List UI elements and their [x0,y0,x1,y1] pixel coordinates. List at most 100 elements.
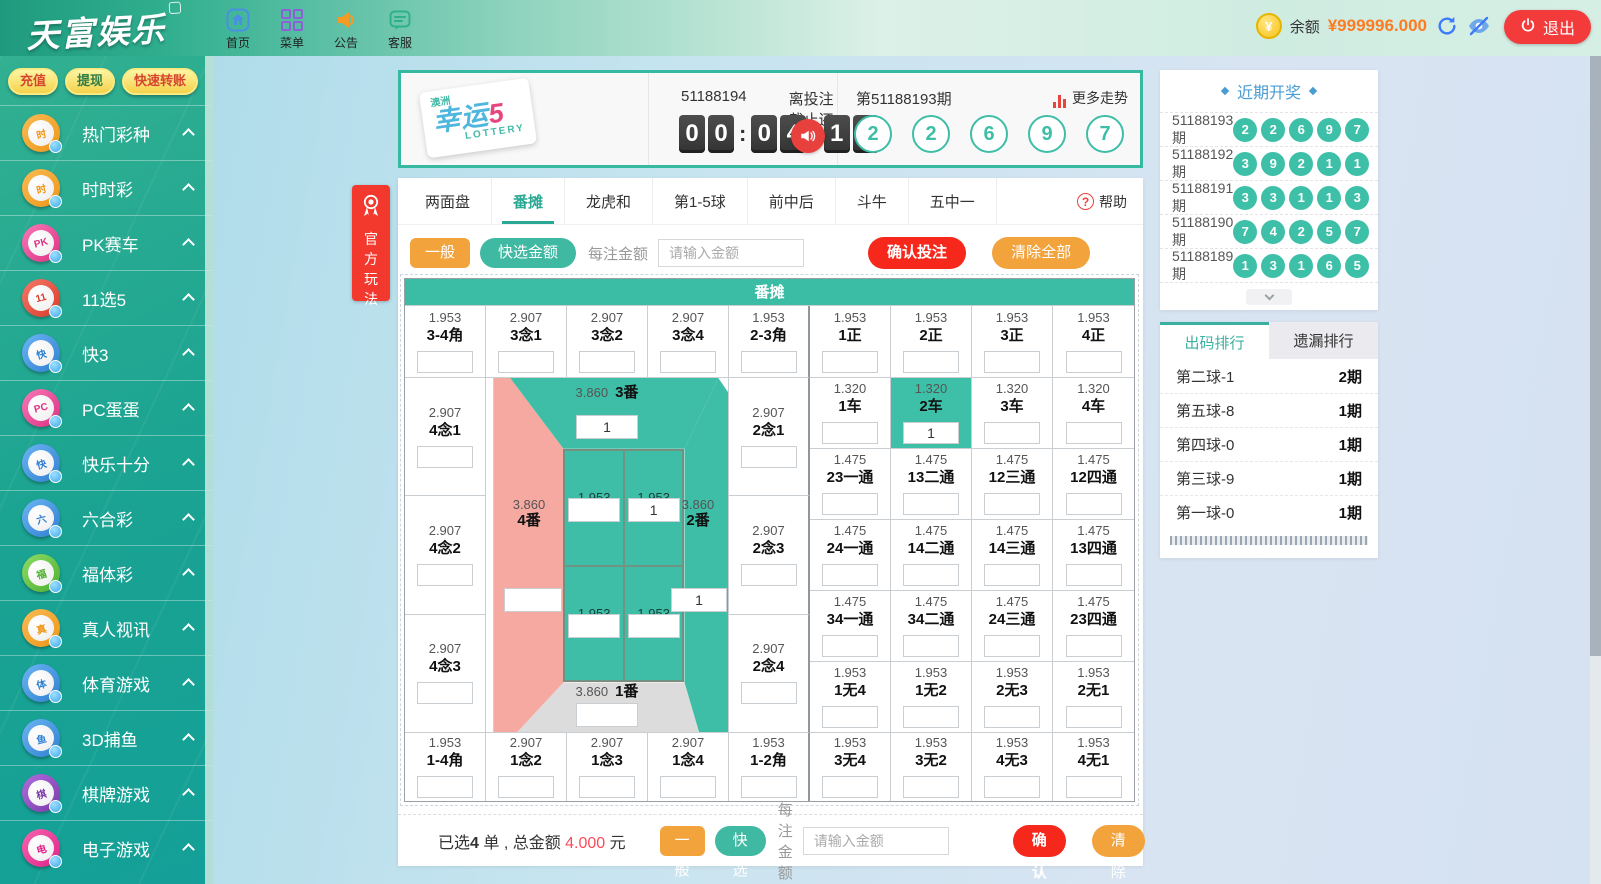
bet-cell-3念2[interactable]: 2.9073念2 [567,306,648,378]
confirm-bet-button[interactable]: 确认投注 [868,237,966,269]
page-scrollbar-thumb[interactable] [1590,56,1601,656]
bet-cell-双[interactable]: 1.953双 [624,566,684,682]
bet-cell-大[interactable]: 1.953大 [564,450,624,566]
confirm-bet-button[interactable]: 确认投注 [1013,825,1066,857]
more-trends-link[interactable]: 更多走势 [1053,88,1128,108]
bet-cell-34一通[interactable]: 1.47534一通 [810,591,891,662]
bet-cell-4念2[interactable]: 2.9074念2 [405,496,486,614]
bet-cell-3正[interactable]: 1.9533正 [972,306,1053,378]
bet-cell-单[interactable]: 1.953单 [564,566,624,682]
bet-input[interactable] [984,351,1040,373]
sidebar-item-3D捕鱼[interactable]: 鱼3D捕鱼 [0,710,213,765]
bet-input[interactable] [417,446,473,468]
quick-amount-button[interactable]: 快选金额 [480,238,576,268]
quick-button-提现[interactable]: 提现 [65,68,115,95]
sidebar-item-快乐十分[interactable]: 快快乐十分 [0,435,213,490]
bet-input[interactable] [1066,564,1122,586]
bet-cell-3无2[interactable]: 1.9533无2 [891,733,972,801]
bet-input[interactable] [984,635,1040,657]
bet-input[interactable] [903,564,959,586]
amount-input[interactable] [658,239,804,267]
refresh-icon[interactable] [1435,14,1459,38]
general-mode-button[interactable]: 一般 [410,238,470,268]
bet-input[interactable] [1066,706,1122,728]
bet-input[interactable] [903,493,959,515]
tab-番摊[interactable]: 番摊 [492,178,565,224]
bet-cell-2念4[interactable]: 2.9072念4 [729,615,810,733]
nav-item-menu[interactable]: 菜单 [273,7,311,51]
sidebar-item-体育游戏[interactable]: 体体育游戏 [0,655,213,710]
bet-input[interactable] [822,776,878,798]
bet-cell-1-4角[interactable]: 1.9531-4角 [405,733,486,801]
bet-input[interactable] [903,706,959,728]
bet-input[interactable] [417,564,473,586]
bet-cell-4无3[interactable]: 1.9534无3 [972,733,1053,801]
bet-input[interactable] [671,588,727,612]
bet-input[interactable] [579,776,635,798]
bet-cell-4念3[interactable]: 2.9074念3 [405,615,486,733]
bet-cell-1正[interactable]: 1.9531正 [810,306,891,378]
sidebar-item-福体彩[interactable]: 福福体彩 [0,545,213,600]
bet-cell-小[interactable]: 1.953小 [624,450,684,566]
bet-input[interactable] [660,776,716,798]
bet-cell-14二通[interactable]: 1.47514二通 [891,520,972,591]
clear-all-button[interactable]: 清除全部 [1092,825,1145,857]
bet-cell-2念3[interactable]: 2.9072念3 [729,496,810,614]
bet-cell-3无4[interactable]: 1.9533无4 [810,733,891,801]
amount-input[interactable] [803,827,949,855]
tab-五中一[interactable]: 五中一 [909,178,997,224]
bet-input[interactable] [903,635,959,657]
bet-input[interactable] [498,776,554,798]
quick-button-快速转账[interactable]: 快速转账 [122,68,198,95]
tab-前中后[interactable]: 前中后 [748,178,836,224]
nav-item-announcement[interactable]: 公告 [327,7,365,51]
bet-input[interactable] [660,351,716,373]
bet-cell-2车[interactable]: 1.3202车 [891,378,972,449]
bet-cell-4车[interactable]: 1.3204车 [1053,378,1134,449]
bet-cell-13四通[interactable]: 1.47513四通 [1053,520,1134,591]
tab-龙虎和[interactable]: 龙虎和 [565,178,653,224]
bet-input[interactable] [628,498,680,522]
bet-input[interactable] [822,493,878,515]
bet-input[interactable] [568,498,620,522]
clear-all-button[interactable]: 清除全部 [992,237,1090,269]
bet-cell-3念1[interactable]: 2.9073念1 [486,306,567,378]
quick-button-充值[interactable]: 充值 [8,68,58,95]
sidebar-item-六合彩[interactable]: 六六合彩 [0,490,213,545]
bet-input[interactable] [903,422,959,444]
bet-input[interactable] [576,703,638,727]
bet-cell-1无4[interactable]: 1.9531无4 [810,662,891,733]
bet-input[interactable] [568,614,620,638]
expand-button[interactable] [1246,289,1292,305]
sound-toggle-icon[interactable] [791,119,825,153]
nav-item-support[interactable]: 客服 [381,7,419,51]
bet-input[interactable] [741,351,797,373]
bet-input[interactable] [984,422,1040,444]
bet-input[interactable] [628,614,680,638]
bet-cell-12三通[interactable]: 1.47512三通 [972,449,1053,520]
general-mode-button[interactable]: 一般 [660,826,705,856]
tab-斗牛[interactable]: 斗牛 [836,178,909,224]
tab-第1-5球[interactable]: 第1-5球 [653,178,748,224]
bet-input[interactable] [1066,635,1122,657]
bet-cell-23一通[interactable]: 1.47523一通 [810,449,891,520]
bet-input[interactable] [984,564,1040,586]
bet-cell-2正[interactable]: 1.9532正 [891,306,972,378]
bet-input[interactable] [903,776,959,798]
brand-logo[interactable]: 天富娱乐 [25,2,167,57]
bet-input[interactable] [417,351,473,373]
bet-cell-2念1[interactable]: 2.9072念1 [729,378,810,496]
bet-cell-12四通[interactable]: 1.47512四通 [1053,449,1134,520]
bet-cell-4正[interactable]: 1.9534正 [1053,306,1134,378]
bet-cell-1念3[interactable]: 2.9071念3 [567,733,648,801]
bet-input[interactable] [822,706,878,728]
bet-cell-1念2[interactable]: 2.9071念2 [486,733,567,801]
bet-input[interactable] [984,493,1040,515]
bet-input[interactable] [822,351,878,373]
bet-input[interactable] [741,682,797,704]
sidebar-item-快3[interactable]: 快快3 [0,325,213,380]
bet-input[interactable] [822,635,878,657]
bet-input[interactable] [1066,351,1122,373]
sidebar-item-PK赛车[interactable]: PKPK赛车 [0,215,213,270]
eye-off-icon[interactable] [1467,14,1491,38]
